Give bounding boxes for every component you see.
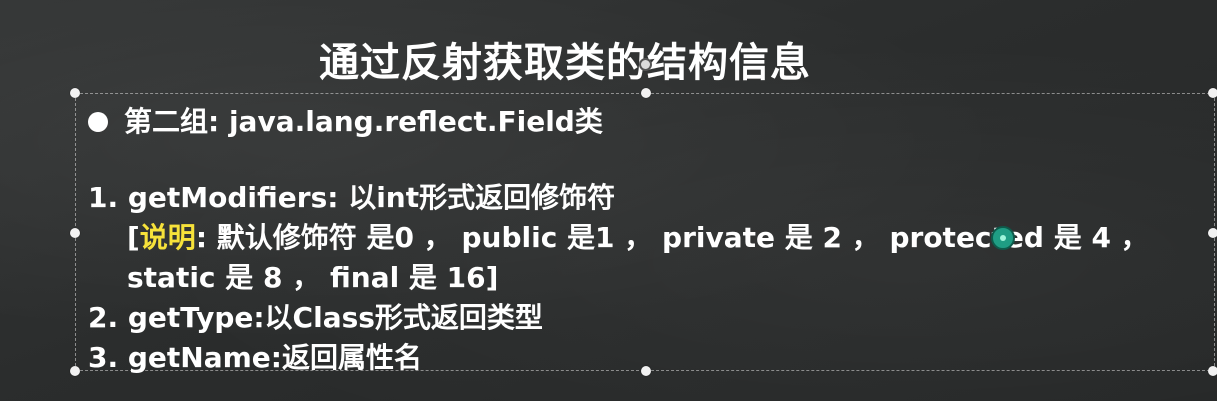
note-line-1: [说明: 默认修饰符 是0 ， public 是1 ， private 是 2 … (88, 218, 1149, 258)
resize-handle-top-left[interactable] (70, 88, 80, 98)
bullet-heading-line: 第二组: java.lang.reflect.Field类 (88, 102, 1149, 142)
slide-content[interactable]: 第二组: java.lang.reflect.Field类 1. getModi… (88, 102, 1149, 378)
resize-handle-top-center[interactable] (641, 88, 651, 98)
bullet-heading: 第二组: java.lang.reflect.Field类 (124, 105, 603, 138)
resize-handle-bottom-right[interactable] (1208, 366, 1217, 376)
resize-handle-middle-left[interactable] (70, 228, 80, 238)
slide-title: 通过反射获取类的结构信息 (319, 40, 811, 86)
list-item-getmodifiers: 1. getModifiers: 以int形式返回修饰符 (88, 181, 616, 214)
resize-handle-top-right[interactable] (1208, 88, 1217, 98)
resize-handle-bottom-left[interactable] (70, 366, 80, 376)
note-label: 说明 (139, 221, 196, 254)
resize-handle-middle-right[interactable] (1208, 228, 1217, 238)
pointer-cursor-icon (991, 226, 1015, 250)
bullet-icon (88, 112, 108, 132)
list-item-gettype: 2. getType:以Class形式返回类型 (88, 301, 543, 334)
note-line-2: static 是 8 ， final 是 16] (127, 261, 499, 294)
list-item-getname: 3. getName:返回属性名 (88, 341, 422, 374)
note-bracket: [ (127, 221, 140, 254)
rotate-handle[interactable] (639, 58, 652, 71)
